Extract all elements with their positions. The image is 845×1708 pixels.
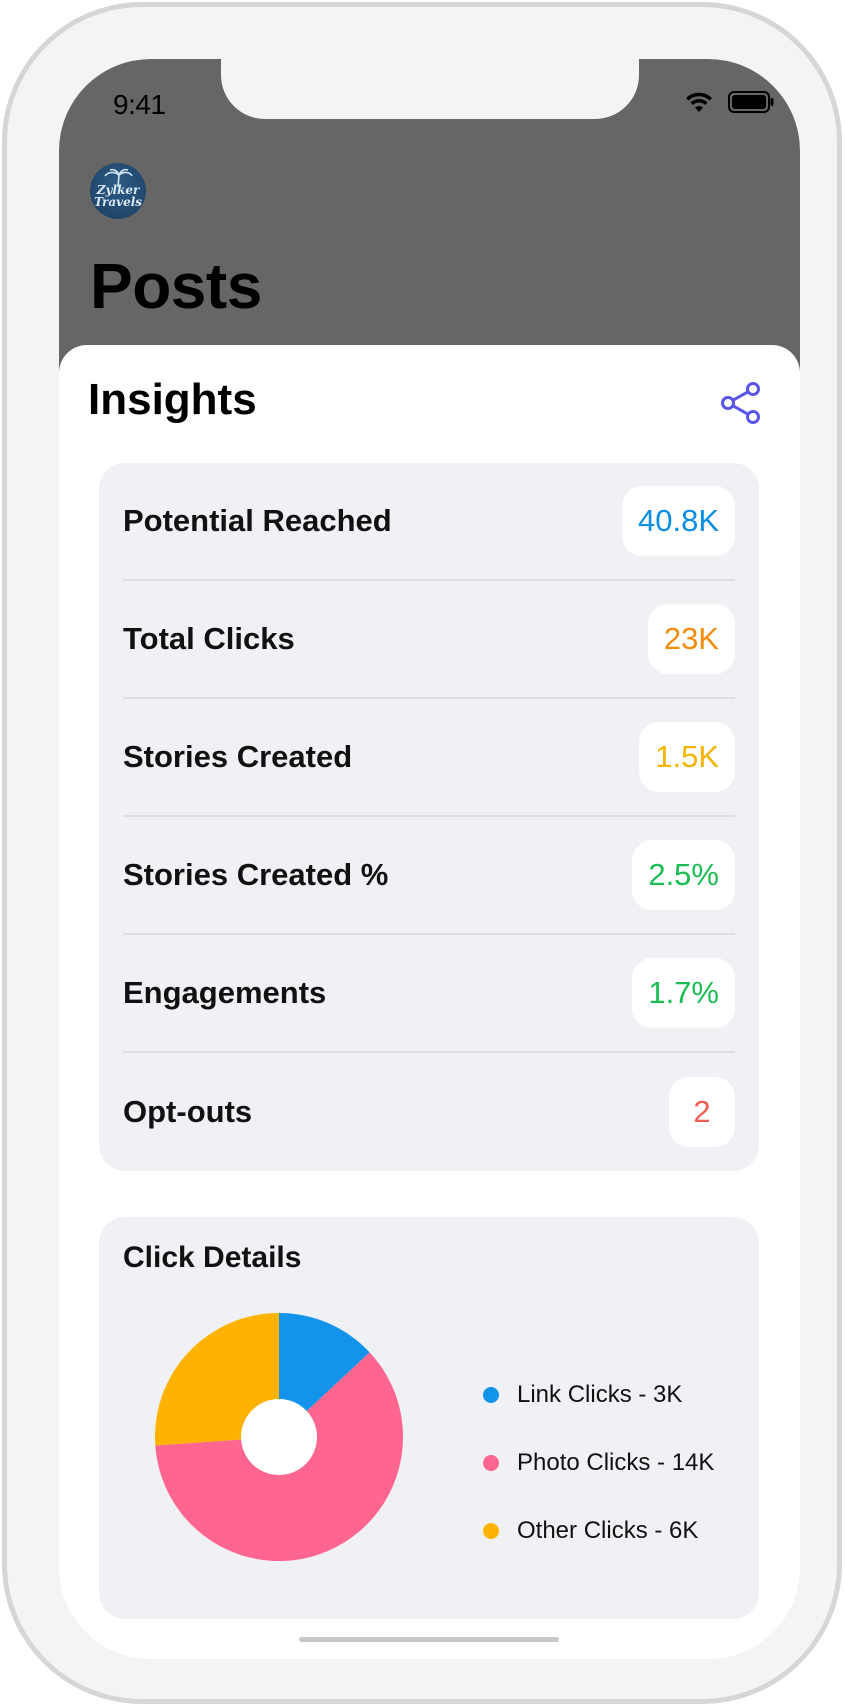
stat-row-potential-reached[interactable]: Potential Reached 40.8K [123, 463, 735, 581]
legend-item-photo-clicks: Photo Clicks - 14K [483, 1429, 714, 1497]
stat-label: Stories Created [123, 739, 353, 774]
legend-label: Other Clicks - 6K [517, 1517, 699, 1544]
legend-dot [483, 1387, 499, 1403]
stat-value: 1.7% [632, 958, 735, 1028]
battery-icon [728, 91, 774, 113]
stat-value: 2 [669, 1077, 735, 1147]
device-frame: 9:41 Zylker Travels Posts Insights Poten… [2, 2, 842, 1704]
profile-avatar[interactable]: Zylker Travels [90, 163, 146, 219]
stat-label: Stories Created % [123, 857, 389, 892]
share-icon[interactable] [719, 381, 763, 425]
insights-sheet: Insights Potential Reached 40.8K Total C… [59, 345, 800, 1659]
legend-label: Photo Clicks - 14K [517, 1449, 715, 1476]
insights-title: Insights [88, 375, 257, 424]
stat-row-stories-created[interactable]: Stories Created 1.5K [123, 699, 735, 817]
page-title: Posts [90, 250, 262, 322]
stat-row-engagements[interactable]: Engagements 1.7% [123, 935, 735, 1053]
device-notch [221, 59, 639, 119]
donut-hole [241, 1399, 317, 1475]
stat-label: Opt-outs [123, 1094, 253, 1129]
stat-value: 1.5K [639, 722, 735, 792]
legend-label: Link Clicks - 3K [517, 1381, 683, 1408]
status-icons [684, 91, 774, 113]
home-indicator [299, 1637, 559, 1642]
status-time: 9:41 [113, 89, 166, 120]
wifi-icon [686, 92, 712, 112]
avatar-text-line2: Travels [93, 195, 143, 209]
donut-chart [155, 1313, 403, 1561]
stat-label: Total Clicks [123, 621, 295, 656]
stats-card: Potential Reached 40.8K Total Clicks 23K… [99, 463, 759, 1171]
stat-row-stories-created-percent[interactable]: Stories Created % 2.5% [123, 817, 735, 935]
chart-legend: Link Clicks - 3K Photo Clicks - 14K Othe… [483, 1361, 714, 1565]
stat-label: Engagements [123, 975, 327, 1010]
stat-label: Potential Reached [123, 503, 392, 538]
legend-item-other-clicks: Other Clicks - 6K [483, 1497, 714, 1565]
screen: 9:41 Zylker Travels Posts Insights Poten… [59, 59, 800, 1659]
legend-item-link-clicks: Link Clicks - 3K [483, 1361, 714, 1429]
stat-value: 2.5% [632, 840, 735, 910]
stat-row-total-clicks[interactable]: Total Clicks 23K [123, 581, 735, 699]
stat-row-opt-outs[interactable]: Opt-outs 2 [123, 1053, 735, 1171]
legend-dot [483, 1455, 499, 1471]
click-details-card: Click Details Link Clicks - 3K Photo Cli… [99, 1217, 759, 1619]
legend-dot [483, 1523, 499, 1539]
stat-value: 23K [647, 604, 735, 674]
chart-title: Click Details [123, 1241, 302, 1274]
stat-value: 40.8K [621, 486, 735, 556]
